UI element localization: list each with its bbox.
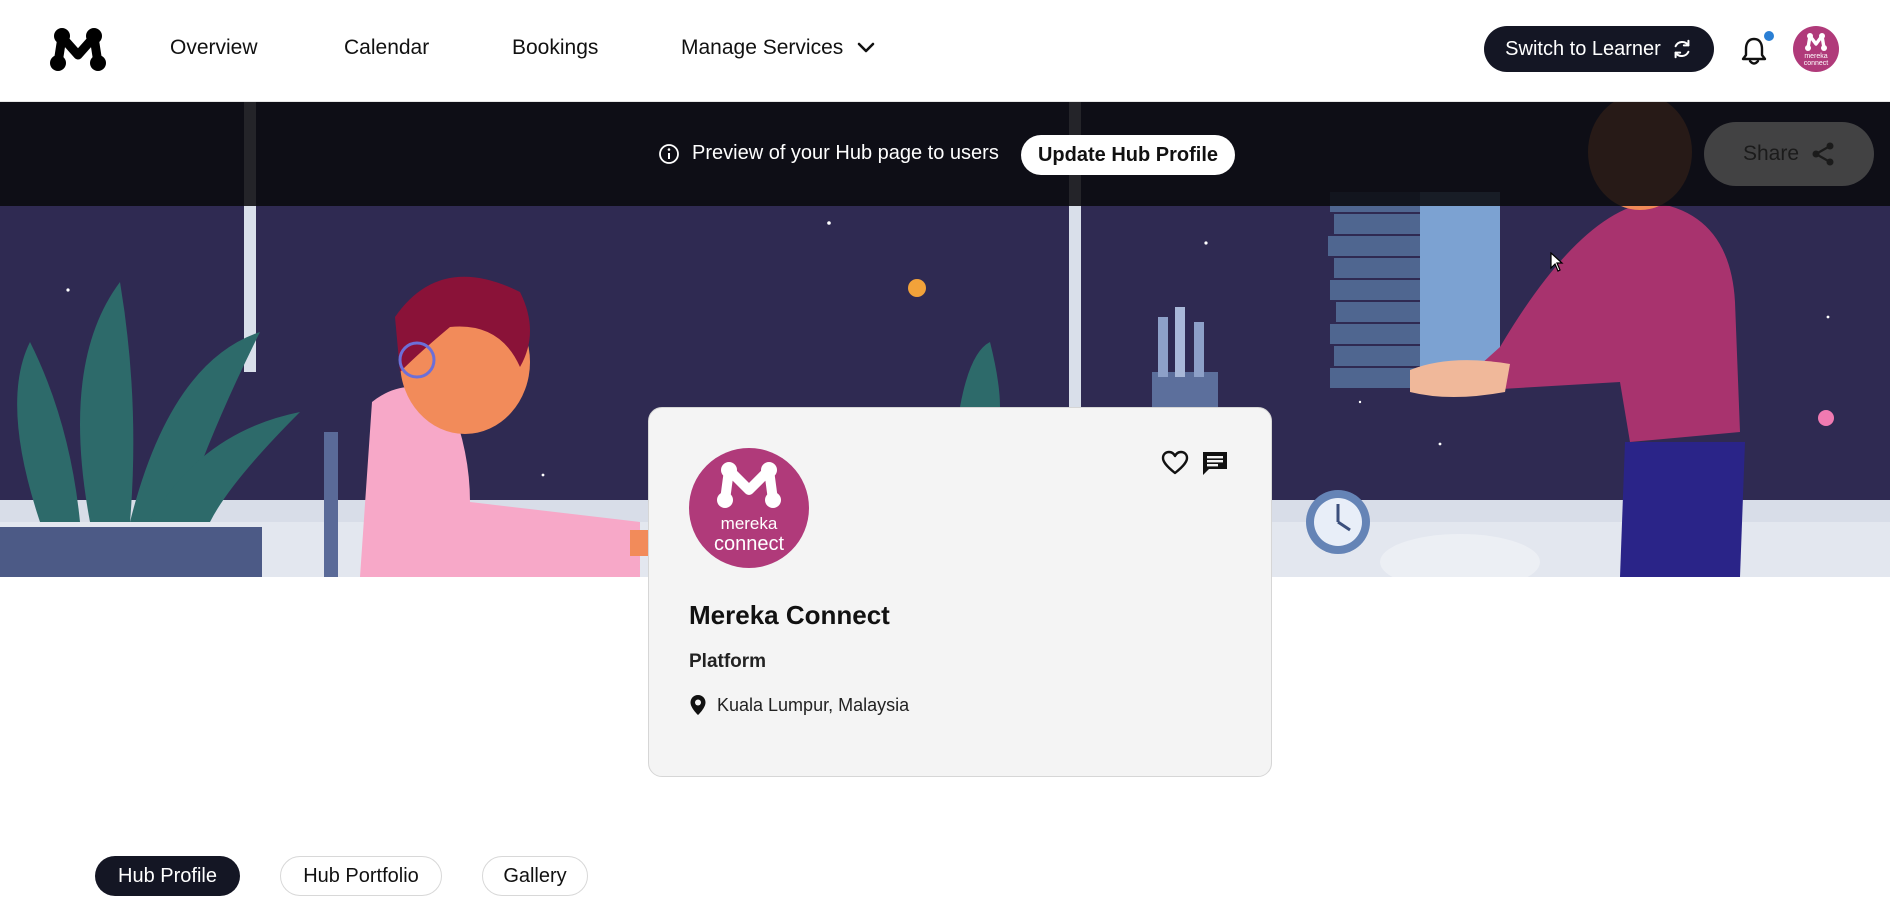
share-button[interactable]: Share [1704,122,1874,186]
hub-logo: mereka connect [689,448,809,568]
hub-logo-text-line1: mereka [721,514,778,533]
hub-type: Platform [689,651,767,672]
top-navbar: Overview Calendar Bookings Manage Servic… [0,0,1890,102]
preview-bar: Preview of your Hub page to users Update… [0,102,1890,206]
location-pin-icon [690,695,706,715]
hub-logo-icon: mereka connect [714,462,784,555]
nav-manage-services[interactable]: Manage Services [681,36,875,60]
switch-to-learner-label: Switch to Learner [1505,37,1661,60]
avatar-logo-icon: mereka connect [1804,33,1829,67]
heart-icon[interactable] [1161,450,1189,476]
avatar-text-line2: connect [1804,60,1829,67]
hub-logo-text-line2: connect [714,533,784,555]
tab-gallery[interactable]: Gallery [482,856,588,896]
hub-location: Kuala Lumpur, Malaysia [689,694,909,716]
chevron-down-icon [857,43,875,53]
avatar[interactable]: mereka connect [1793,26,1839,72]
switch-to-learner-button[interactable]: Switch to Learner [1484,26,1714,72]
chat-icon[interactable] [1201,450,1229,476]
notification-dot [1764,31,1774,41]
tab-hub-portfolio[interactable]: Hub Portfolio [280,856,442,896]
bell-icon[interactable] [1740,36,1768,66]
nav-calendar[interactable]: Calendar [344,36,429,60]
tab-hub-profile[interactable]: Hub Profile [95,856,240,896]
nav-overview[interactable]: Overview [170,36,258,60]
nav-bookings[interactable]: Bookings [512,36,598,60]
hub-name: Mereka Connect [689,600,890,630]
share-icon [1812,142,1834,166]
avatar-text-line1: mereka [1804,53,1827,60]
hub-location-text: Kuala Lumpur, Malaysia [717,694,910,715]
preview-notice-text: Preview of your Hub page to users [692,142,999,164]
info-icon [659,143,679,164]
share-label: Share [1742,142,1800,165]
mereka-logo-icon[interactable] [48,25,108,73]
preview-notice: Preview of your Hub page to users [658,142,999,165]
update-hub-profile-button[interactable]: Update Hub Profile [1021,135,1235,175]
nav-manage-services-label: Manage Services [681,36,844,59]
refresh-icon [1674,39,1690,59]
mouse-cursor-icon [1550,252,1564,272]
card-actions [1161,450,1229,476]
hub-profile-card: mereka connect Mereka Connect Platform K… [648,407,1272,777]
